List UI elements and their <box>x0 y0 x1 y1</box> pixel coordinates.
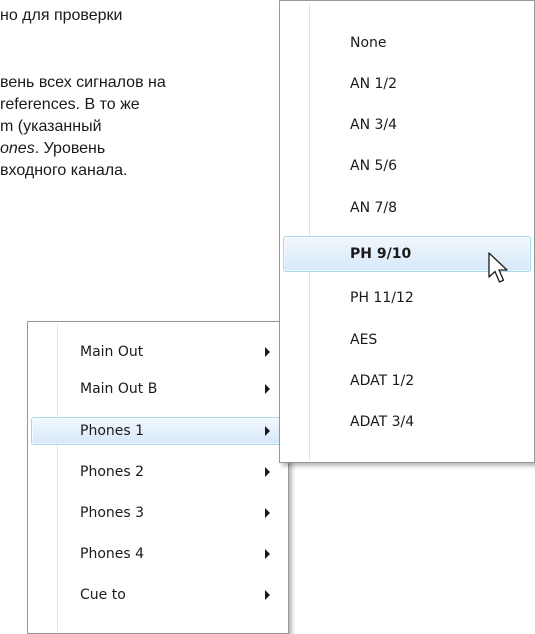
menu-item-phones-2[interactable]: Phones 2 <box>31 458 285 486</box>
menu-item-main-out[interactable]: Main Out <box>31 338 285 366</box>
output-menu: Main Out Main Out B Phones 1 Phones 2 Ph… <box>27 321 289 634</box>
menu-item-phones-1[interactable]: Phones 1 <box>31 417 285 445</box>
menu-item-none[interactable]: None <box>283 29 531 57</box>
menu-item-label: PH 11/12 <box>350 290 414 306</box>
menu-item-label: AN 7/8 <box>350 200 398 216</box>
submenu-arrow-icon <box>265 590 270 600</box>
submenu-arrow-icon <box>265 426 270 436</box>
menu-item-label: Phones 3 <box>80 505 145 521</box>
menu-item-label: Main Out <box>80 344 144 360</box>
menu-item-an-3-4[interactable]: AN 3/4 <box>283 111 531 139</box>
menu-item-main-out-b[interactable]: Main Out B <box>31 375 285 403</box>
doc-line: вень всех сигналов на <box>0 74 166 91</box>
mouse-pointer-icon <box>488 252 508 283</box>
submenu-arrow-icon <box>265 467 270 477</box>
menu-item-adat-3-4[interactable]: ADAT 3/4 <box>283 408 531 436</box>
menu-item-label: Phones 4 <box>80 546 145 562</box>
menu-item-phones-4[interactable]: Phones 4 <box>31 540 285 568</box>
menu-item-phones-3[interactable]: Phones 3 <box>31 499 285 527</box>
menu-item-label: Main Out B <box>80 381 158 397</box>
menu-item-label: AN 5/6 <box>350 158 398 174</box>
doc-line: но для проверки <box>0 7 123 24</box>
menu-item-an-1-2[interactable]: AN 1/2 <box>283 70 531 98</box>
submenu-arrow-icon <box>265 549 270 559</box>
doc-italic: ones <box>0 140 35 157</box>
menu-item-label: ADAT 1/2 <box>350 373 415 389</box>
menu-item-label: Phones 2 <box>80 464 145 480</box>
submenu-arrow-icon <box>265 347 270 357</box>
menu-item-label: ADAT 3/4 <box>350 414 415 430</box>
menu-item-label: PH 9/10 <box>350 246 412 262</box>
menu-item-aes[interactable]: AES <box>283 326 531 354</box>
submenu-arrow-icon <box>265 384 270 394</box>
menu-item-label: None <box>350 35 387 51</box>
menu-item-label: Cue to <box>80 587 126 603</box>
doc-line: m (указанный <box>0 118 102 135</box>
submenu-arrow-icon <box>265 508 270 518</box>
doc-line: входного канала. <box>0 162 128 179</box>
menu-item-label: AES <box>350 332 378 348</box>
menu-item-label: Phones 1 <box>80 423 145 439</box>
menu-item-label: AN 1/2 <box>350 76 398 92</box>
doc-line: ones. Уровень <box>0 138 105 160</box>
menu-item-cue-to[interactable]: Cue to <box>31 581 285 609</box>
source-submenu: None AN 1/2 AN 3/4 AN 5/6 AN 7/8 PH 9/10… <box>279 0 535 463</box>
doc-line-tail: . Уровень <box>34 140 106 157</box>
menu-item-label: AN 3/4 <box>350 117 398 133</box>
menu-item-adat-1-2[interactable]: ADAT 1/2 <box>283 367 531 395</box>
menu-item-an-7-8[interactable]: AN 7/8 <box>283 194 531 222</box>
menu-item-an-5-6[interactable]: AN 5/6 <box>283 152 531 180</box>
doc-line: references. В то же <box>0 96 140 113</box>
menu-item-ph-11-12[interactable]: PH 11/12 <box>283 284 531 312</box>
